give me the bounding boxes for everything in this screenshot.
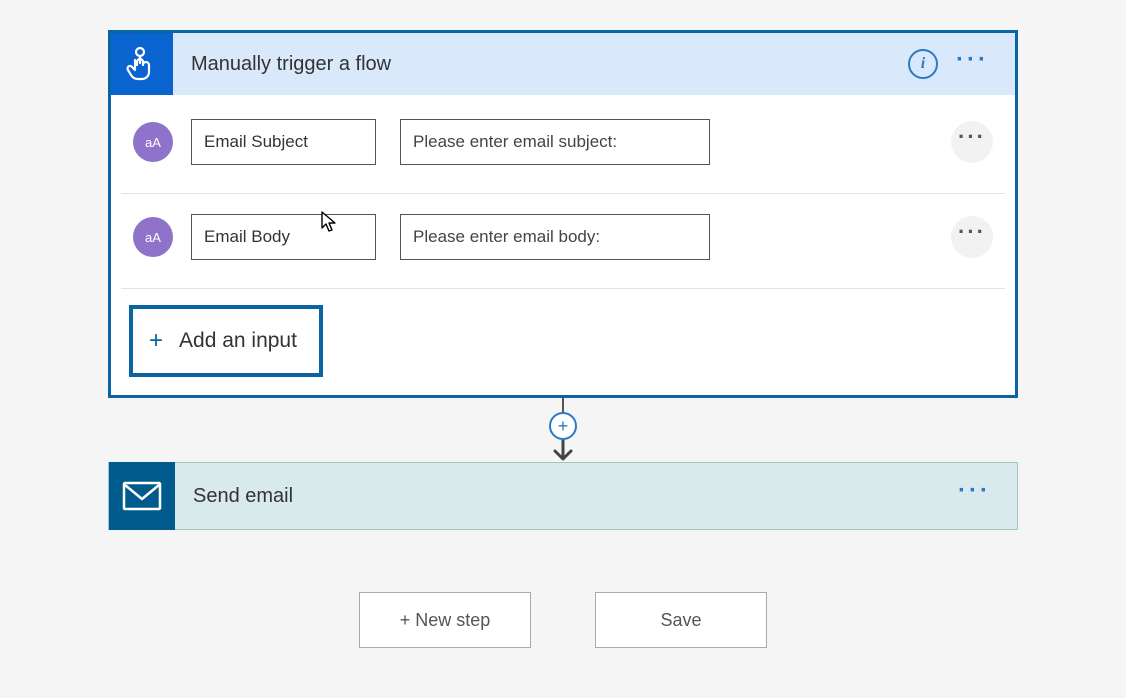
input-prompt-field[interactable] <box>400 214 710 260</box>
new-step-button[interactable]: + New step <box>359 592 531 648</box>
arrow-down-icon <box>551 440 575 462</box>
trigger-menu-icon[interactable]: ··· <box>956 55 1015 73</box>
action-title: Send email <box>175 485 958 508</box>
save-button[interactable]: Save <box>595 592 767 648</box>
input-name-field[interactable] <box>191 214 376 260</box>
input-menu-icon[interactable]: ··· <box>951 121 993 163</box>
input-row: aA ··· <box>121 194 1005 289</box>
plus-icon: + <box>149 327 163 355</box>
mail-icon <box>109 462 175 530</box>
action-card[interactable]: Send email ··· <box>108 462 1018 530</box>
add-input-label: Add an input <box>179 329 297 353</box>
trigger-card: Manually trigger a flow i ··· aA ··· aA <box>108 30 1018 398</box>
text-type-icon: aA <box>133 122 173 162</box>
input-prompt-field[interactable] <box>400 119 710 165</box>
manual-trigger-icon <box>111 33 173 95</box>
insert-step-button[interactable]: + <box>549 412 577 440</box>
text-type-icon: aA <box>133 217 173 257</box>
input-row: aA ··· <box>121 99 1005 194</box>
input-name-field[interactable] <box>191 119 376 165</box>
trigger-title: Manually trigger a flow <box>173 53 908 76</box>
action-menu-icon[interactable]: ··· <box>958 486 1017 506</box>
trigger-header[interactable]: Manually trigger a flow i ··· <box>111 33 1015 95</box>
add-input-button[interactable]: + Add an input <box>129 305 323 377</box>
flow-canvas: Manually trigger a flow i ··· aA ··· aA <box>0 0 1126 678</box>
info-icon[interactable]: i <box>908 49 938 79</box>
trigger-body: aA ··· aA ··· + <box>111 95 1015 395</box>
footer-buttons: + New step Save <box>359 592 767 648</box>
input-menu-icon[interactable]: ··· <box>951 216 993 258</box>
add-input-row: + Add an input <box>121 289 1005 377</box>
connector-line <box>562 398 564 412</box>
